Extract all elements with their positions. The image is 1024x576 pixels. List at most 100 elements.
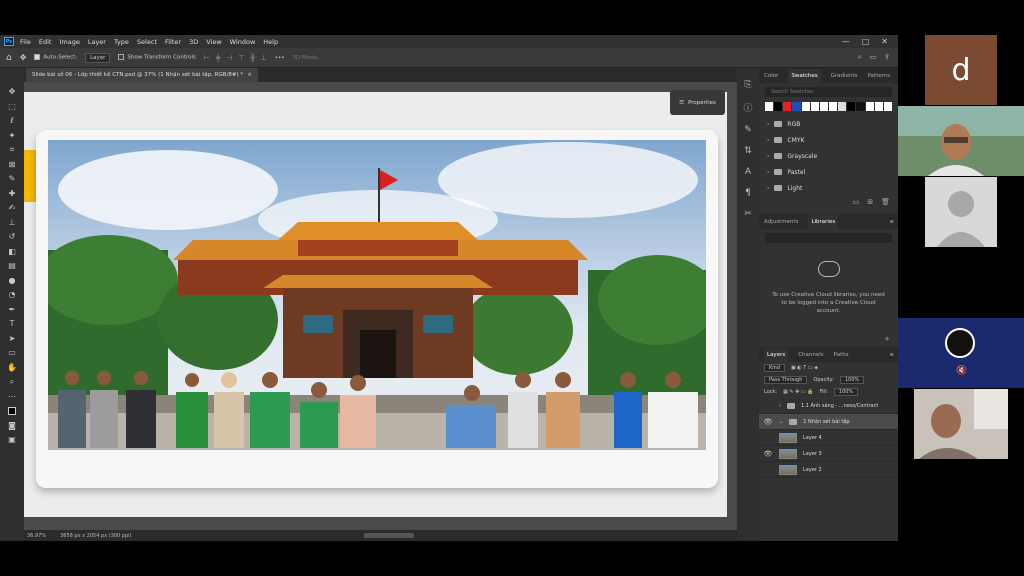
menu-3d[interactable]: 3D <box>189 38 198 46</box>
chevron-down-icon[interactable]: ⌄ <box>779 419 783 425</box>
maximize-button[interactable]: □ <box>862 37 870 46</box>
delete-icon[interactable]: 🗑 <box>881 198 890 206</box>
horizontal-scrollbar[interactable] <box>364 533 414 538</box>
blur-tool-icon[interactable]: ● <box>5 275 19 287</box>
participant-video-1[interactable] <box>898 106 1024 176</box>
menu-image[interactable]: Image <box>59 38 79 46</box>
healing-brush-icon[interactable]: ✚ <box>5 188 19 200</box>
minimize-button[interactable]: — <box>842 37 850 46</box>
marquee-tool-icon[interactable]: ⬚ <box>5 101 19 113</box>
color-swatch[interactable] <box>847 102 856 111</box>
auto-select-checkbox[interactable]: Auto-Select: <box>34 54 77 61</box>
gradient-tool-icon[interactable]: ▤ <box>5 260 19 272</box>
fill-input[interactable]: 100% <box>833 388 859 396</box>
search-icon[interactable]: ⌕ <box>858 53 862 62</box>
color-swatch[interactable] <box>856 102 865 111</box>
move-tool-icon[interactable]: ✥ <box>5 86 19 98</box>
menu-type[interactable]: Type <box>114 38 129 46</box>
align-right-icon[interactable]: ⊣ <box>226 54 232 62</box>
menu-filter[interactable]: Filter <box>165 38 181 46</box>
color-swatch[interactable] <box>765 102 774 111</box>
color-swatch[interactable] <box>838 102 847 111</box>
history-brush-icon[interactable]: ↺ <box>5 231 19 243</box>
new-group-icon[interactable]: ▭ <box>853 198 860 206</box>
workspace-icon[interactable]: ▭ <box>870 53 877 62</box>
participant-default-avatar[interactable] <box>925 177 997 247</box>
color-swatch[interactable] <box>801 102 810 111</box>
type-tool-icon[interactable]: T <box>5 318 19 330</box>
swatch-folder-light[interactable]: › Light <box>759 180 898 196</box>
layer-row[interactable]: Layer 2 <box>759 462 898 478</box>
chevron-right-icon[interactable]: › <box>779 403 781 409</box>
zoom-tool-icon[interactable]: ⌕ <box>5 376 19 388</box>
crop-tool-icon[interactable]: ⌗ <box>5 144 19 156</box>
menu-help[interactable]: Help <box>263 38 278 46</box>
color-swatch[interactable] <box>819 102 828 111</box>
canvas-area[interactable]: ☰ Properties <box>24 82 737 530</box>
swatch-folder-pastel[interactable]: › Pastel <box>759 164 898 180</box>
move-tool-icon[interactable]: ✥ <box>20 53 27 62</box>
swatch-folder-grayscale[interactable]: › Grayscale <box>759 148 898 164</box>
color-swatch[interactable] <box>874 102 883 111</box>
menu-edit[interactable]: Edit <box>39 38 52 46</box>
eye-icon[interactable]: 👁 <box>763 418 773 426</box>
filter-icons[interactable]: ▣ ◐ T ▭ ◈ <box>791 365 818 371</box>
tab-color[interactable]: Color <box>764 73 778 79</box>
more-options-button[interactable]: ••• <box>275 55 285 61</box>
layer-row[interactable]: › 1.1 Ánh sáng - ...ness/Contract <box>759 398 898 414</box>
dodge-tool-icon[interactable]: ◔ <box>5 289 19 301</box>
tab-patterns[interactable]: Patterns <box>867 73 890 79</box>
auto-select-dropdown[interactable]: Layer <box>85 52 111 63</box>
tab-libraries[interactable]: Libraries <box>808 214 839 229</box>
participant-obs-tile[interactable]: 🔇 <box>898 318 1024 388</box>
tab-channels[interactable]: Channels <box>798 352 823 358</box>
panel-menu-icon[interactable]: ≡ <box>889 352 894 358</box>
close-button[interactable]: ✕ <box>881 37 888 46</box>
properties-button[interactable]: ☰ Properties <box>670 90 725 115</box>
color-swatch[interactable] <box>810 102 819 111</box>
menu-select[interactable]: Select <box>137 38 157 46</box>
tab-adjustments[interactable]: Adjustments <box>764 219 798 225</box>
brush-tool-icon[interactable]: ✍ <box>5 202 19 214</box>
color-swatch[interactable] <box>883 102 892 111</box>
kind-filter-dropdown[interactable]: Kind <box>764 364 786 372</box>
tab-gradients[interactable]: Gradients <box>831 73 858 79</box>
frame-tool-icon[interactable]: ⊠ <box>5 159 19 171</box>
blend-mode-dropdown[interactable]: Pass Through <box>764 376 808 384</box>
stamp-tool-icon[interactable]: ⊥ <box>5 217 19 229</box>
lock-icons[interactable]: ▦ ✎ ✥ ▭ 🔒 <box>783 389 813 395</box>
pen-tool-icon[interactable]: ✒ <box>5 304 19 316</box>
menu-file[interactable]: File <box>20 38 31 46</box>
path-select-icon[interactable]: ➤ <box>5 333 19 345</box>
align-bottom-icon[interactable]: ⊥ <box>261 54 267 62</box>
adjust-icon[interactable]: ⇅ <box>744 146 752 156</box>
document-tab[interactable]: Slide bài số 06 - Lớp thiết kế CTN.psd @… <box>26 68 258 82</box>
participant-initial-avatar[interactable]: d <box>925 35 997 105</box>
color-swatches-icon[interactable] <box>5 405 19 417</box>
eye-icon[interactable]: 👁 <box>763 450 773 458</box>
brush-settings-icon[interactable]: ✎ <box>744 125 752 135</box>
opacity-input[interactable]: 100% <box>839 376 865 384</box>
participant-video-2[interactable] <box>914 389 1008 459</box>
menu-view[interactable]: View <box>206 38 221 46</box>
tools-settings-icon[interactable]: ✂ <box>744 209 752 219</box>
libraries-search-input[interactable] <box>765 233 892 243</box>
color-swatch[interactable] <box>783 102 792 111</box>
close-tab-icon[interactable]: × <box>247 72 252 78</box>
rectangle-tool-icon[interactable]: ▭ <box>5 347 19 359</box>
layer-row-selected[interactable]: 👁 ⌄ 1 Nhận xét bài tập <box>759 414 898 430</box>
color-swatch[interactable] <box>828 102 838 111</box>
menu-layer[interactable]: Layer <box>88 38 106 46</box>
tab-paths[interactable]: Paths <box>834 352 849 358</box>
align-left-icon[interactable]: ⊢ <box>204 54 210 62</box>
color-swatch[interactable] <box>774 102 783 111</box>
swatch-folder-cmyk[interactable]: › CMYK <box>759 132 898 148</box>
layer-row[interactable]: 👁 Layer 3 <box>759 446 898 462</box>
tab-swatches[interactable]: Swatches <box>788 68 821 83</box>
new-swatch-icon[interactable]: ⊞ <box>867 198 873 206</box>
eyedropper-icon[interactable]: ✎ <box>5 173 19 185</box>
zoom-level[interactable]: 36.97% <box>27 533 46 539</box>
panel-menu-icon[interactable]: ≡ <box>889 219 894 225</box>
history-icon[interactable]: ⎘ <box>744 80 751 90</box>
screen-mode-icon[interactable]: ▣ <box>5 434 19 446</box>
